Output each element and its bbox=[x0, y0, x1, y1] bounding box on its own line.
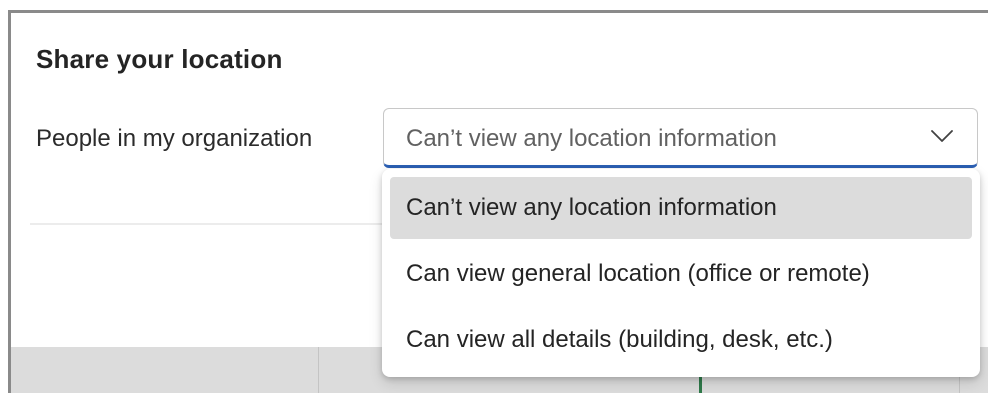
section-divider bbox=[30, 223, 390, 225]
dropdown-listbox: Can’t view any location information Can … bbox=[382, 169, 980, 377]
dropdown-selected-value: Can’t view any location information bbox=[406, 125, 777, 152]
background-separator bbox=[318, 347, 319, 393]
location-sharing-dropdown[interactable]: Can’t view any location information bbox=[383, 108, 978, 168]
option-view-all-details[interactable]: Can view all details (building, desk, et… bbox=[390, 309, 972, 371]
option-view-general-location[interactable]: Can view general location (office or rem… bbox=[390, 243, 972, 305]
option-cant-view-location[interactable]: Can’t view any location information bbox=[390, 177, 972, 239]
background-marker bbox=[699, 375, 702, 393]
people-in-organization-label: People in my organization bbox=[36, 125, 313, 152]
dialog-title: Share your location bbox=[36, 44, 283, 74]
chevron-down-icon bbox=[931, 130, 953, 142]
screen: Share your location People in my organiz… bbox=[0, 0, 988, 393]
